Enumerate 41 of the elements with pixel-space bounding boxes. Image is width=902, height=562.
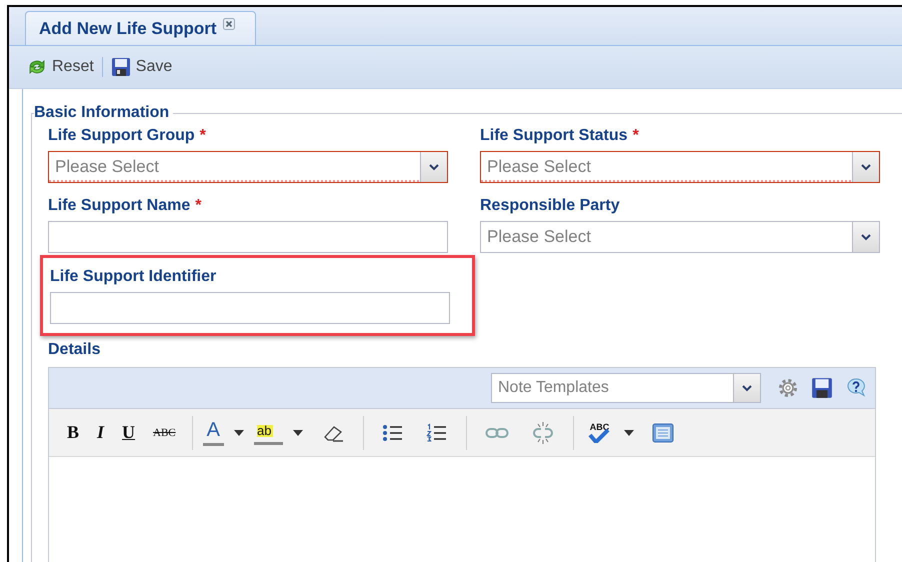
strikethrough-button[interactable]: ABC (147, 422, 182, 442)
dropdown-icon[interactable] (429, 164, 439, 170)
required-mark: * (200, 126, 206, 146)
required-mark: * (195, 196, 202, 216)
close-icon[interactable] (222, 18, 235, 30)
save-icon (110, 57, 131, 77)
bullet-list-icon[interactable] (382, 422, 404, 442)
input-field[interactable] (50, 292, 450, 324)
help-icon[interactable] (845, 377, 867, 399)
font-color-button[interactable]: A (202, 419, 224, 446)
template-select[interactable]: Note Templates (491, 373, 761, 403)
required-mark: * (632, 126, 639, 146)
field-label: Responsible Party (480, 196, 620, 216)
tab[interactable]: Add New Life Support (25, 11, 256, 45)
field-label: Life Support Status (480, 126, 628, 146)
unlink-icon[interactable] (531, 420, 556, 444)
save-icon[interactable] (811, 377, 833, 399)
caret-icon[interactable] (624, 430, 634, 436)
caret-icon[interactable] (293, 430, 304, 436)
bold-button[interactable]: B (61, 418, 86, 447)
field-label: Life Support Name (48, 196, 190, 216)
select-field[interactable]: Please Select (480, 221, 880, 253)
select-field[interactable]: Please Select (480, 151, 880, 183)
input-field[interactable] (48, 221, 448, 253)
reset-button[interactable]: Reset (25, 55, 96, 79)
save-button[interactable]: Save (108, 55, 174, 79)
select-field[interactable]: Please Select (48, 151, 448, 183)
italic-button[interactable]: I (91, 418, 110, 447)
field-label: Life Support Identifier (50, 267, 216, 287)
settings-icon[interactable] (777, 377, 799, 399)
numbered-list-icon[interactable] (426, 422, 448, 442)
panel-icon[interactable] (652, 422, 674, 442)
underline-button[interactable]: U (116, 418, 142, 447)
caret-icon[interactable] (234, 430, 244, 436)
spell-check-button[interactable]: ABC (584, 422, 614, 442)
field-label: Life Support Group (48, 126, 195, 146)
refresh-icon (27, 57, 47, 77)
dropdown-icon[interactable] (861, 164, 871, 170)
dropdown-icon[interactable] (742, 384, 752, 392)
dropdown-icon[interactable] (861, 234, 871, 240)
field-label: Details (48, 340, 102, 360)
